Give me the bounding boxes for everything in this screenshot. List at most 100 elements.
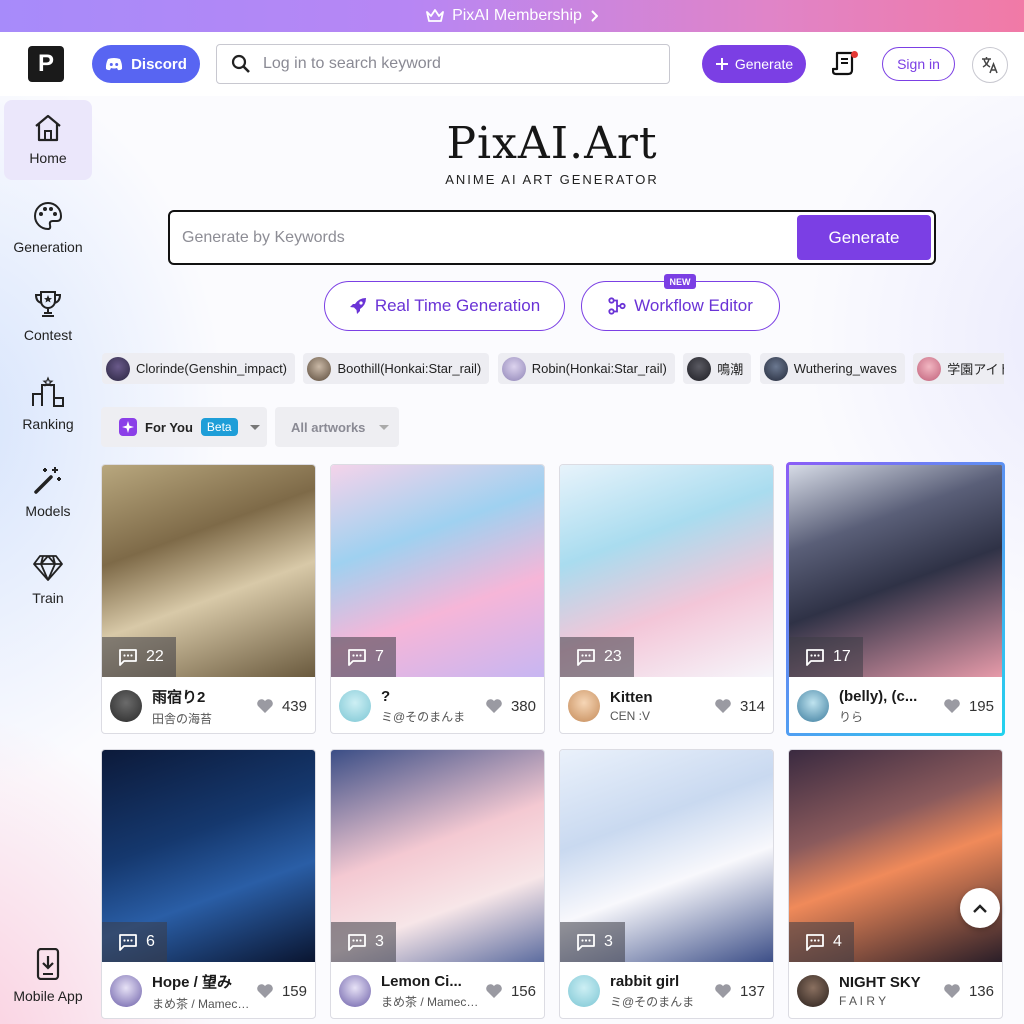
artwork-author[interactable]: まめ茶 / Mamecha [381,993,479,1010]
tag-chip[interactable]: Clorinde(Genshin_impact) [102,353,296,384]
artwork-title[interactable]: Lemon Ci... [381,973,479,990]
artwork-image[interactable]: 22 [102,465,315,677]
tag-chip[interactable]: Wuthering_waves [759,353,905,384]
notification-button[interactable] [830,48,858,78]
comment-count: 7 [331,637,396,677]
comment-count-value: 7 [375,648,384,665]
sidebar-item-ranking[interactable]: Ranking [4,364,92,444]
heart-icon [944,984,960,998]
like-button[interactable]: 136 [937,983,994,1000]
tag-avatar [917,356,942,381]
avatar[interactable] [110,690,142,722]
artwork-meta: 雨宿り2 田舎の海苔 [152,686,250,727]
artwork-card[interactable]: 7? ミ@そのまんま 380 [330,464,545,734]
artwork-title[interactable]: NIGHT SKY [839,974,937,991]
like-button[interactable]: 380 [479,698,536,715]
artwork-card[interactable]: 23 Kitten CEN :V 314 [559,464,774,734]
artwork-image[interactable]: 7 [331,465,544,677]
artwork-image[interactable]: 4 [789,750,1002,962]
header-generate-button[interactable]: Generate [702,45,806,83]
generate-button[interactable]: Generate [797,215,931,260]
comment-count: 23 [560,637,634,677]
membership-banner[interactable]: PixAI Membership [0,0,1024,32]
tag-chip[interactable]: 学園アイドルマスター [913,353,1004,384]
artwork-author[interactable]: まめ茶 / Mamecha [152,995,250,1012]
header-search[interactable] [216,44,670,84]
trending-tags: Clorinde(Genshin_impact) Boothill(Honkai… [102,353,1004,385]
like-button[interactable]: 137 [708,983,765,1000]
tag-label: Robin(Honkai:Star_rail) [531,361,667,376]
avatar[interactable] [339,975,371,1007]
tag-chip[interactable]: Robin(Honkai:Star_rail) [497,353,675,384]
artwork-title[interactable]: ? [381,688,479,705]
avatar[interactable] [568,975,600,1007]
artwork-author[interactable]: 田舎の海苔 [152,710,250,727]
comment-count: 22 [102,637,176,677]
artwork-card[interactable]: 6 Hope / 望みまめ茶 / Mamecha 159 [101,749,316,1019]
avatar[interactable] [797,690,829,722]
artwork-card[interactable]: 4 NIGHT SKY F A I R Y 136 [788,749,1003,1019]
artwork-title[interactable]: Hope / 望み [152,971,250,992]
artwork-image[interactable]: 17 [789,465,1002,677]
scroll-to-top-button[interactable] [960,888,1000,928]
avatar[interactable] [568,690,600,722]
diamond-icon [33,555,63,581]
artwork-author[interactable]: CEN :V [610,709,708,723]
chevron-right-icon [591,10,598,22]
all-artworks-dropdown[interactable]: All artworks [275,407,399,447]
comment-count-value: 3 [375,933,384,950]
artwork-title[interactable]: rabbit girl [610,973,708,990]
tag-chip[interactable]: 鳴潮 [683,353,752,384]
sidebar-item-contest[interactable]: Contest [4,276,92,356]
artwork-image[interactable]: 3 [560,750,773,962]
artwork-title[interactable]: Kitten [610,689,708,706]
comment-icon [119,649,137,666]
for-you-dropdown[interactable]: For You Beta [101,407,267,447]
artwork-author[interactable]: ミ@そのまんま [381,708,479,725]
artwork-card[interactable]: 22 雨宿り2 田舎の海苔 439 [101,464,316,734]
like-button[interactable]: 439 [250,698,307,715]
artwork-author[interactable]: りら [839,708,937,725]
sign-in-button[interactable]: Sign in [882,47,955,81]
artwork-title[interactable]: (belly), (c... [839,688,937,705]
artwork-image[interactable]: 3 [331,750,544,962]
search-input[interactable] [263,55,643,73]
sidebar-item-models[interactable]: Models [4,452,92,532]
mobile-app-button[interactable]: Mobile App [4,948,92,1014]
artwork-meta: ? ミ@そのまんま [381,688,479,725]
artwork-author[interactable]: ミ@そのまんま [610,993,708,1010]
like-button[interactable]: 156 [479,983,536,1000]
rocket-icon [349,298,366,314]
artwork-author[interactable]: F A I R Y [839,994,937,1008]
sidebar-item-train[interactable]: Train [4,540,92,620]
tag-chip[interactable]: Boothill(Honkai:Star_rail) [303,353,490,384]
avatar[interactable] [339,690,371,722]
discord-button[interactable]: Discord [92,45,200,83]
avatar[interactable] [797,975,829,1007]
artwork-image[interactable]: 23 [560,465,773,677]
pixai-logo[interactable]: P [28,46,64,82]
like-button[interactable]: 159 [250,983,307,1000]
like-count: 136 [968,982,994,1000]
trophy-icon [34,291,62,317]
page-subtitle: ANIME AI ART GENERATOR [445,172,659,187]
keyword-input[interactable] [182,228,782,247]
plus-icon [715,58,728,70]
language-button[interactable] [972,47,1008,83]
real-time-generation-label: Real Time Generation [374,296,541,315]
like-button[interactable]: 195 [937,698,994,715]
artwork-image[interactable]: 6 [102,750,315,962]
like-count: 195 [968,697,994,715]
artwork-title[interactable]: 雨宿り2 [152,686,250,707]
real-time-generation-button[interactable]: Real Time Generation [324,281,565,331]
sidebar-item-generation[interactable]: Generation [4,188,92,268]
artwork-meta: Hope / 望みまめ茶 / Mamecha [152,971,250,1012]
artwork-card[interactable]: 3 Lemon Ci... まめ茶 / Mamecha 156 [330,749,545,1019]
like-button[interactable]: 314 [708,698,765,715]
avatar[interactable] [110,975,142,1007]
like-count: 156 [510,982,536,1000]
sidebar-item-home[interactable]: Home [4,100,92,180]
comment-icon [348,649,366,666]
artwork-card[interactable]: 3 rabbit girl ミ@そのまんま 137 [559,749,774,1019]
artwork-card[interactable]: 17 (belly), (c... りら 195 [786,462,1005,736]
